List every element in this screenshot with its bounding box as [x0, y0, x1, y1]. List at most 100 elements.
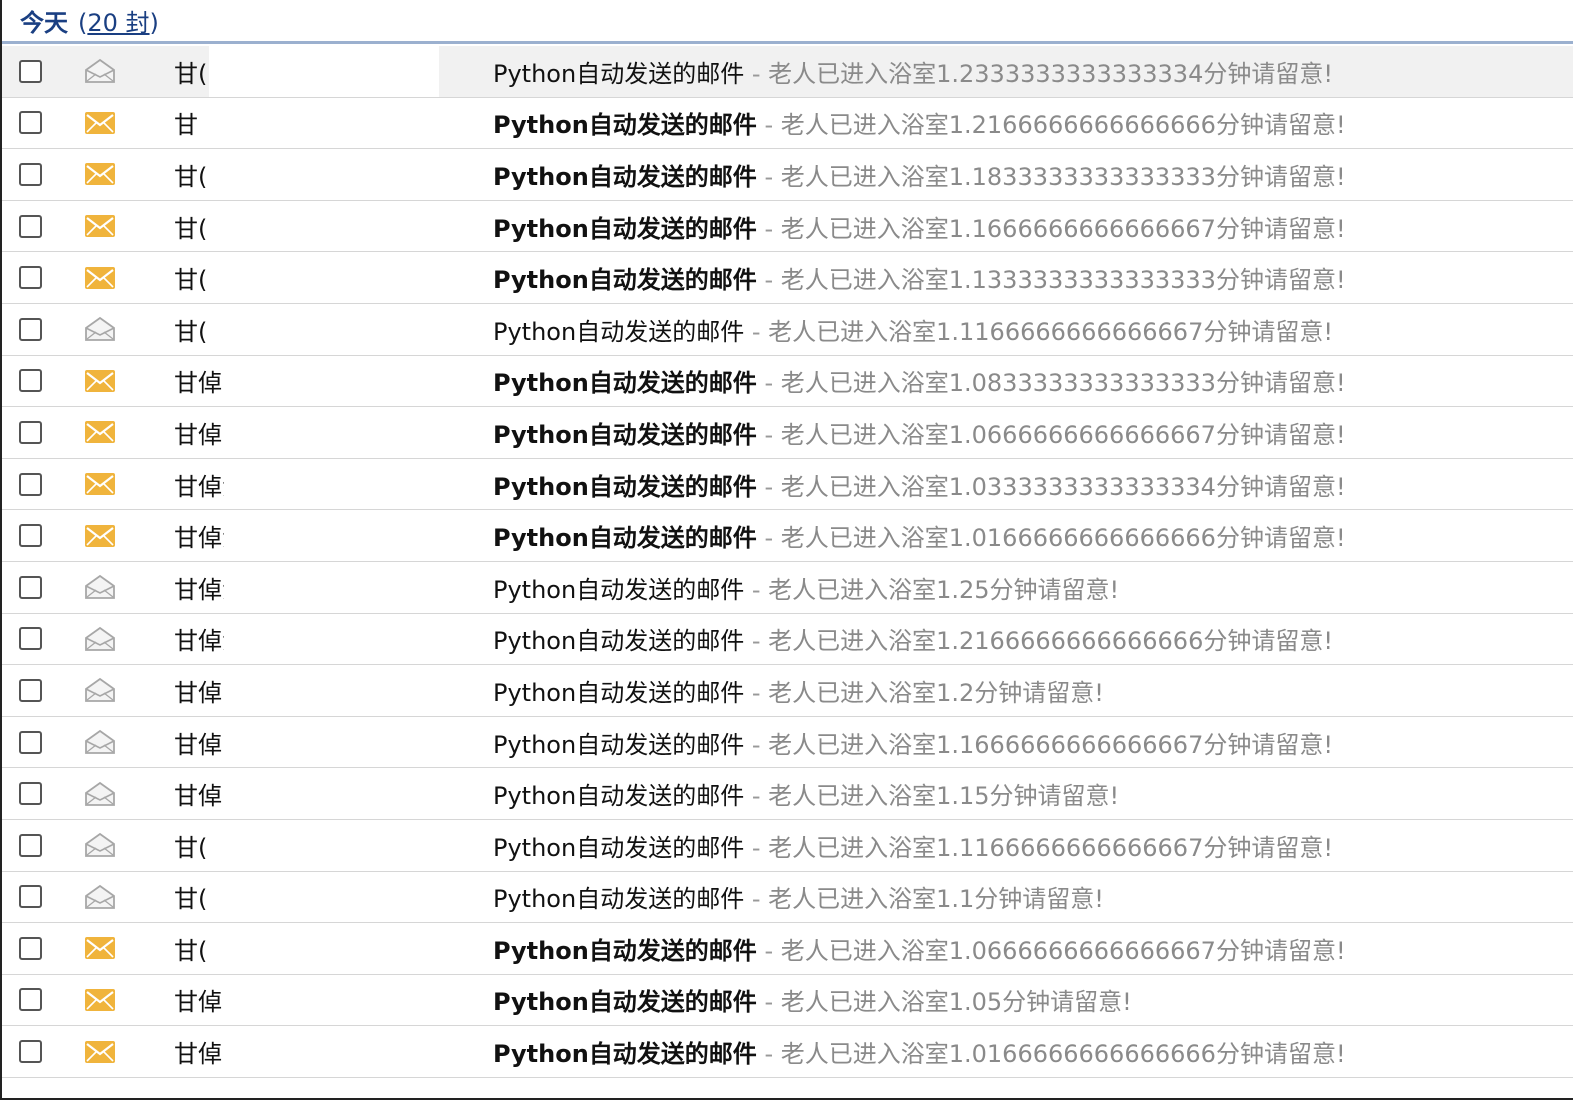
mail-row[interactable]: 甘( Python自动发送的邮件 - 老人已进入浴室1.1166666666666… [2, 303, 1573, 356]
mail-subject: Python自动发送的邮件 [493, 936, 757, 965]
mail-row[interactable]: 甘倬 Python自动发送的邮件 - 老人已进入浴室1.2分钟请留意! [2, 665, 1573, 717]
row-checkbox[interactable] [19, 885, 42, 909]
subject-line[interactable]: Python自动发送的邮件 - 老人已进入浴室1.116666666666666… [493, 312, 1333, 347]
subject-line[interactable]: Python自动发送的邮件 - 老人已进入浴室1.016666666666666… [493, 518, 1346, 553]
subject-line[interactable]: Python自动发送的邮件 - 老人已进入浴室1.133333333333333… [493, 260, 1346, 295]
subject-separator: - [744, 678, 769, 707]
subject-separator: - [756, 1040, 781, 1069]
subject-line[interactable]: Python自动发送的邮件 - 老人已进入浴室1.083333333333333… [493, 363, 1346, 398]
row-checkbox[interactable] [19, 420, 42, 444]
sender-name[interactable]: 甘倬 [174, 776, 222, 811]
mail-row[interactable]: 甘倬 Python自动发送的邮件 - 老人已进入浴室1.1666666666666… [2, 716, 1573, 769]
mail-preview: 老人已进入浴室1.0666666666666667分钟请留意! [780, 420, 1346, 449]
row-checkbox[interactable] [19, 833, 42, 857]
row-checkbox[interactable] [19, 317, 42, 341]
sender-name[interactable]: 甘倬 [174, 673, 222, 708]
mail-row[interactable]: 甘倬 Python自动发送的邮件 - 老人已进入浴室1.05分钟请留意! [2, 974, 1573, 1027]
mail-subject: Python自动发送的邮件 [493, 833, 745, 862]
mail-row[interactable]: 甘倬洁 Python自动发送的邮件 - 老人已进入浴室1.25分钟请留意! [2, 561, 1573, 614]
mail-row[interactable]: 甘倬 Python自动发送的邮件 - 老人已进入浴室1.0666666666666… [2, 407, 1573, 459]
sender-name[interactable]: 甘( [174, 209, 207, 244]
row-checkbox[interactable] [19, 627, 42, 651]
subject-line[interactable]: Python自动发送的邮件 - 老人已进入浴室1.05分钟请留意! [493, 982, 1132, 1017]
sender-name[interactable]: 甘( [174, 54, 207, 89]
mail-row[interactable]: 甘倬 Python自动发送的邮件 - 老人已进入浴室1.0166666666666… [2, 1026, 1573, 1078]
mail-row[interactable]: 甘 Python自动发送的邮件 - 老人已进入浴室1.21666666666666… [2, 97, 1573, 150]
row-checkbox[interactable] [19, 111, 42, 135]
mail-preview: 老人已进入浴室1.2333333333333334分钟请留意! [768, 59, 1333, 88]
row-checkbox[interactable] [19, 1040, 42, 1064]
sender-name[interactable]: 甘( [174, 312, 207, 347]
mail-subject: Python自动发送的邮件 [493, 162, 757, 191]
unread-envelope-icon [85, 163, 115, 186]
redaction-overlay [209, 303, 384, 355]
read-envelope-icon [85, 59, 115, 84]
row-checkbox[interactable] [19, 266, 42, 290]
mail-row[interactable]: 甘( Python自动发送的邮件 - 老人已进入浴室1.1833333333333… [2, 149, 1573, 201]
mail-row[interactable]: 甘( Python自动发送的邮件 - 老人已进入浴室1.1166666666666… [2, 819, 1573, 872]
sender-name[interactable]: 甘倬 [174, 1034, 222, 1069]
subject-line[interactable]: Python自动发送的邮件 - 老人已进入浴室1.183333333333333… [493, 157, 1346, 192]
subject-line[interactable]: Python自动发送的邮件 - 老人已进入浴室1.066666666666666… [493, 931, 1346, 966]
subject-line[interactable]: Python自动发送的邮件 - 老人已进入浴室1.166666666666666… [493, 725, 1333, 760]
subject-line[interactable]: Python自动发送的邮件 - 老人已进入浴室1.116666666666666… [493, 828, 1333, 863]
row-checkbox[interactable] [19, 59, 42, 83]
row-checkbox[interactable] [19, 472, 42, 496]
subject-line[interactable]: Python自动发送的邮件 - 老人已进入浴室1.2分钟请留意! [493, 673, 1104, 708]
row-checkbox[interactable] [19, 988, 42, 1012]
mail-row[interactable]: 甘倬洁 Python自动发送的邮件 - 老人已进入浴室1.216666666666… [2, 613, 1573, 666]
sender-name[interactable]: 甘倬 [174, 363, 222, 398]
mail-row[interactable]: 甘( Python自动发送的邮件 - 老人已进入浴室1.1666666666666… [2, 200, 1573, 253]
sender-name[interactable]: 甘倬 [174, 415, 222, 450]
redaction-overlay [224, 871, 399, 923]
sender-name[interactable]: 甘 [174, 105, 198, 140]
sender-name[interactable]: 甘( [174, 157, 207, 192]
mail-row[interactable]: 甘( Python自动发送的邮件 - 老人已进入浴室1.1分钟请留意! [2, 871, 1573, 924]
row-checkbox[interactable] [19, 214, 42, 238]
subject-line[interactable]: Python自动发送的邮件 - 老人已进入浴室1.1分钟请留意! [493, 879, 1104, 914]
mail-preview: 老人已进入浴室1.1833333333333333分钟请留意! [780, 162, 1346, 191]
subject-line[interactable]: Python自动发送的邮件 - 老人已进入浴室1.033333333333333… [493, 467, 1346, 502]
row-checkbox[interactable] [19, 678, 42, 702]
subject-separator: - [744, 885, 769, 914]
redaction-overlay [209, 46, 439, 97]
mail-row[interactable]: 甘倬 Python自动发送的邮件 - 老人已进入浴室1.15分钟请留意! [2, 768, 1573, 820]
group-count-link[interactable]: 20 封 [87, 9, 149, 37]
mail-subject: Python自动发送的邮件 [493, 214, 757, 243]
subject-line[interactable]: Python自动发送的邮件 - 老人已进入浴室1.066666666666666… [493, 415, 1346, 450]
subject-line[interactable]: Python自动发送的邮件 - 老人已进入浴室1.25分钟请留意! [493, 570, 1119, 605]
date-group-header: 今天 (20 封) [2, 0, 1573, 44]
mail-row[interactable]: 甘倬洁 Python自动发送的邮件 - 老人已进入浴室1.016666666666… [2, 510, 1573, 562]
mail-subject: Python自动发送的邮件 [493, 317, 745, 346]
mail-row[interactable]: 甘( Python自动发送的邮件 - 老人已进入浴室1.1333333333333… [2, 252, 1573, 304]
mail-row[interactable]: 甘( Python自动发送的邮件 - 老人已进入浴室1.0666666666666… [2, 923, 1573, 975]
mail-row[interactable]: 甘( Python自动发送的邮件 - 老人已进入浴室1.2333333333333… [2, 46, 1573, 98]
sender-name[interactable]: 甘( [174, 828, 207, 863]
redaction-overlay [224, 510, 374, 561]
row-checkbox[interactable] [19, 524, 42, 548]
sender-name[interactable]: 甘( [174, 931, 207, 966]
sender-name[interactable]: 甘倬 [174, 982, 222, 1017]
row-checkbox[interactable] [19, 369, 42, 393]
read-envelope-icon [85, 884, 115, 909]
mail-row[interactable]: 甘倬洁 Python自动发送的邮件 - 老人已进入浴室1.033333333333… [2, 458, 1573, 511]
subject-line[interactable]: Python自动发送的邮件 - 老人已进入浴室1.15分钟请留意! [493, 776, 1119, 811]
mail-subject: Python自动发送的邮件 [493, 266, 757, 295]
sender-name[interactable]: 甘( [174, 879, 207, 914]
row-checkbox[interactable] [19, 162, 42, 186]
row-checkbox[interactable] [19, 936, 42, 960]
mail-preview: 老人已进入浴室1.2166666666666666分钟请留意! [780, 111, 1346, 140]
subject-line[interactable]: Python自动发送的邮件 - 老人已进入浴室1.016666666666666… [493, 1034, 1346, 1069]
row-checkbox[interactable] [19, 730, 42, 754]
unread-envelope-icon [85, 215, 115, 238]
subject-line[interactable]: Python自动发送的邮件 - 老人已进入浴室1.216666666666666… [493, 105, 1346, 140]
row-checkbox[interactable] [19, 782, 42, 806]
subject-line[interactable]: Python自动发送的邮件 - 老人已进入浴室1.166666666666666… [493, 209, 1346, 244]
sender-name[interactable]: 甘( [174, 260, 207, 295]
row-checkbox[interactable] [19, 575, 42, 599]
subject-line[interactable]: Python自动发送的邮件 - 老人已进入浴室1.233333333333333… [493, 54, 1333, 89]
subject-line[interactable]: Python自动发送的邮件 - 老人已进入浴室1.216666666666666… [493, 621, 1333, 656]
mail-row[interactable]: 甘倬 Python自动发送的邮件 - 老人已进入浴室1.0833333333333… [2, 355, 1573, 408]
redaction-overlay [224, 355, 384, 407]
sender-name[interactable]: 甘倬 [174, 725, 222, 760]
